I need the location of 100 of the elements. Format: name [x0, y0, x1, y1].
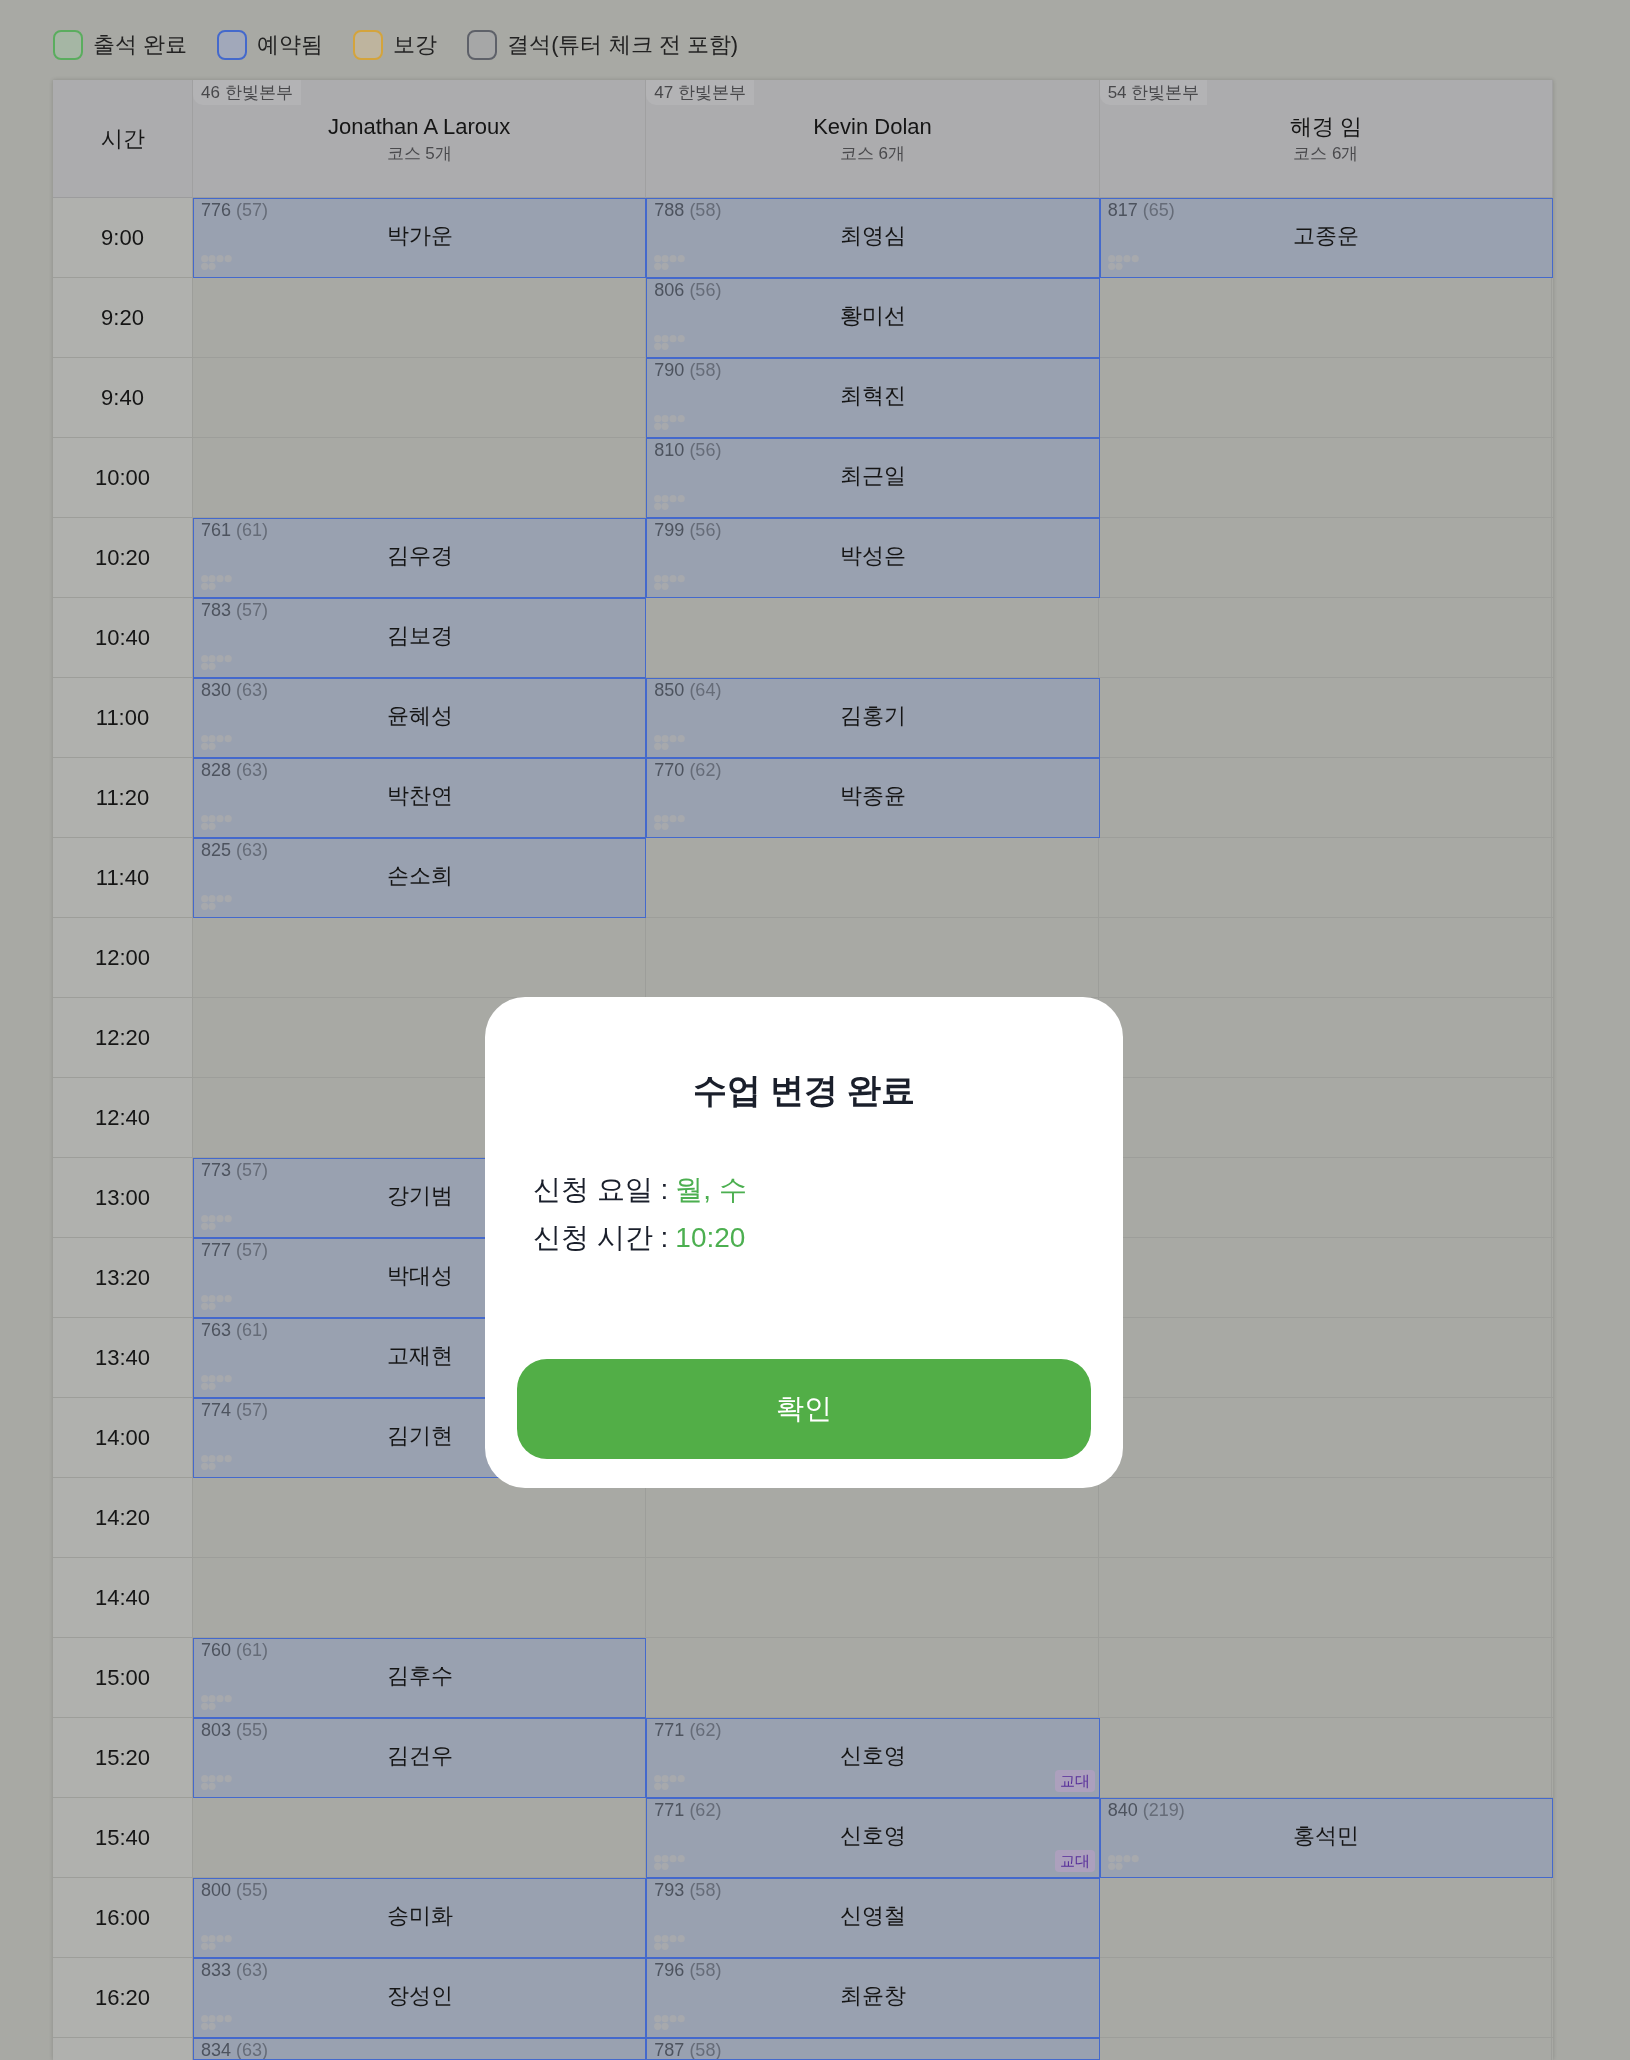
column-header: 시간	[53, 80, 193, 198]
lesson-count: (219)	[1142, 1800, 1185, 1820]
lesson-count: (56)	[689, 440, 722, 460]
lesson-number: 763	[201, 1320, 232, 1340]
lesson-number: 774	[201, 1400, 232, 1420]
lesson-count: (62)	[689, 1720, 722, 1740]
dialog-title: 수업 변경 완료	[692, 1070, 916, 1111]
lesson-number: 796	[654, 1960, 685, 1980]
branch-tag: 46 한빛본부	[193, 80, 301, 105]
course-count: 코스 5개	[386, 143, 452, 165]
lesson-number: 790	[654, 360, 685, 380]
lesson-number: 787	[654, 2040, 685, 2059]
lesson-number: 833	[201, 1960, 232, 1980]
lesson-count: (61)	[236, 1640, 269, 1660]
lesson-cell[interactable]: 796 (58) 최윤창	[646, 1958, 1100, 2038]
lesson-number: 783	[201, 600, 232, 620]
lesson-count: (57)	[236, 1240, 269, 1260]
lesson-cell[interactable]: 790 (58) 최혁진	[646, 358, 1100, 438]
lesson-cell[interactable]: 760 (61) 김후수	[193, 1638, 647, 1718]
lesson-count: (57)	[236, 1400, 269, 1420]
lesson-count: (62)	[689, 760, 722, 780]
lesson-count: (63)	[236, 760, 269, 780]
student-name: 신영철	[840, 1902, 906, 1930]
lesson-number: 803	[201, 1720, 232, 1740]
student-name: 최영심	[840, 222, 906, 250]
lesson-number: 830	[201, 680, 232, 700]
lesson-cell[interactable]: 799 (56) 박성은	[646, 518, 1100, 598]
lesson-number: 817	[1107, 200, 1138, 220]
lesson-number: 834	[201, 2040, 232, 2059]
branch-tag: 54 한빛본부	[1099, 80, 1208, 105]
lesson-cell[interactable]: 771 (62) 신호영 교대	[646, 1718, 1100, 1798]
student-name: 박찬연	[386, 782, 453, 810]
student-name: 김후수	[386, 1662, 453, 1690]
lesson-cell[interactable]: 803 (55) 김건우	[193, 1718, 647, 1798]
course-count: 코스 6개	[839, 143, 906, 165]
student-name: 김건우	[386, 1742, 453, 1770]
lesson-count: (62)	[689, 1800, 722, 1820]
shift-badge: 교대	[1054, 1850, 1095, 1872]
lesson-cell[interactable]: 817 (65) 고종운	[1099, 198, 1553, 278]
lesson-count: (63)	[236, 840, 269, 860]
lesson-number: 850	[654, 680, 685, 700]
lesson-cell[interactable]: 771 (62) 신호영 교대	[646, 1798, 1100, 1878]
lesson-cell[interactable]: 830 (63) 윤혜성	[193, 678, 647, 758]
lesson-cell[interactable]: 761 (61) 김우경	[193, 518, 647, 598]
lesson-number: 773	[201, 1160, 232, 1180]
course-count: 코스 6개	[1293, 143, 1359, 165]
lesson-number: 771	[654, 1800, 685, 1820]
lesson-cell[interactable]: 800 (55) 송미화	[193, 1878, 647, 1958]
lesson-count: (63)	[236, 1960, 269, 1980]
lesson-cell[interactable]: 850 (64) 김홍기	[646, 678, 1100, 758]
student-name: 황미선	[840, 302, 906, 330]
lesson-count: (58)	[689, 360, 722, 380]
lesson-number: 788	[654, 200, 685, 220]
legend-label: 예약됨	[257, 31, 324, 59]
lesson-number: 840	[1107, 1800, 1138, 1820]
student-name: 신호영	[840, 1822, 906, 1850]
lesson-count: (57)	[236, 1160, 269, 1180]
lesson-number: 771	[654, 1720, 685, 1740]
lesson-cell[interactable]: 770 (62) 박종윤	[646, 758, 1100, 838]
student-name: 최혁진	[840, 382, 906, 410]
lesson-count: (55)	[236, 1880, 269, 1900]
lesson-count: (55)	[236, 1720, 269, 1740]
tutor-name: Jonathan A Laroux	[328, 113, 511, 141]
student-name: 신호영	[840, 1742, 906, 1770]
shift-badge: 교대	[1054, 1770, 1095, 1792]
lesson-count: (57)	[236, 600, 269, 620]
lesson-cell[interactable]: 793 (58) 신영철	[646, 1878, 1100, 1958]
lesson-cell[interactable]: 810 (56) 최근일	[646, 438, 1100, 518]
tutor-name: Kevin Dolan	[813, 113, 932, 141]
lesson-count: (63)	[236, 680, 269, 700]
lesson-number: 810	[654, 440, 685, 460]
lesson-cell[interactable]: 806 (56) 황미선	[646, 278, 1100, 358]
lesson-number: 806	[654, 280, 685, 300]
lesson-cell[interactable]: 776 (57) 박가운	[193, 198, 647, 278]
lesson-cell[interactable]: 788 (58) 최영심	[646, 198, 1100, 278]
lesson-number: 825	[201, 840, 232, 860]
legend-label: 결석(튜터 체크 전 포함)	[507, 31, 739, 59]
lesson-cell[interactable]: 783 (57) 김보경	[193, 598, 647, 678]
student-name: 송미화	[386, 1902, 453, 1930]
lesson-cell[interactable]: 833 (63) 장성인	[193, 1958, 647, 2038]
lesson-count: (58)	[689, 1960, 722, 1980]
lesson-cell[interactable]: 825 (63) 손소희	[193, 838, 647, 918]
student-name: 김기현	[386, 1422, 453, 1450]
student-name: 고재현	[386, 1342, 453, 1370]
lesson-count: (56)	[689, 520, 722, 540]
lesson-count: (61)	[236, 1320, 269, 1340]
legend-label: 출석 완료	[93, 31, 188, 59]
student-name: 장성인	[386, 1982, 453, 2010]
lesson-number: 777	[201, 1240, 232, 1260]
student-name: 손소희	[386, 862, 453, 890]
lesson-cell[interactable]: 840 (219) 홍석민	[1099, 1798, 1553, 1878]
branch-tag: 47 한빛본부	[646, 80, 754, 105]
lesson-cell[interactable]: 828 (63) 박찬연	[193, 758, 647, 838]
lesson-number: 770	[654, 760, 685, 780]
student-name: 김우경	[386, 542, 453, 570]
lesson-number: 760	[201, 1640, 232, 1660]
field-value: 10:20	[675, 1222, 746, 1253]
tutor-name: 해경 임	[1289, 113, 1362, 141]
lesson-count: (65)	[1142, 200, 1175, 220]
lesson-count: (61)	[236, 520, 269, 540]
